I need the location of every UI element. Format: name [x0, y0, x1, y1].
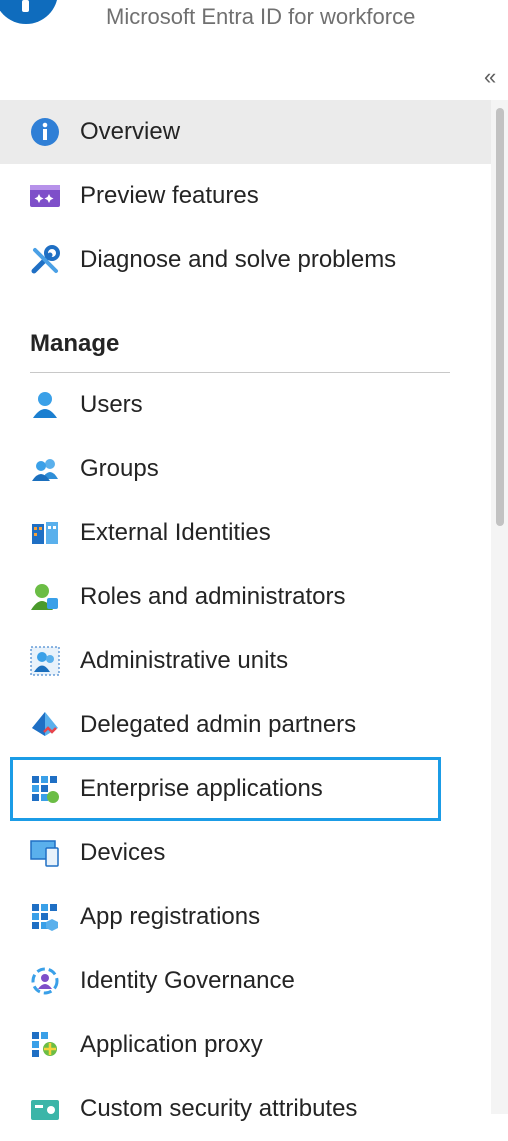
user-icon: [30, 390, 60, 420]
nav-item-label: External Identities: [80, 519, 271, 546]
nav-item-label: Custom security attributes: [80, 1095, 358, 1122]
nav-item-overview[interactable]: Overview: [0, 100, 491, 164]
nav-item-users[interactable]: Users: [0, 373, 491, 437]
nav-item-label: Devices: [80, 839, 166, 866]
collapse-sidebar-button[interactable]: «: [484, 64, 496, 90]
nav-item-enterprise-applications[interactable]: Enterprise applications: [10, 757, 441, 821]
devices-icon: [30, 838, 60, 868]
nav-item-diagnose[interactable]: Diagnose and solve problems: [0, 228, 491, 292]
nav-item-app-registrations[interactable]: App registrations: [0, 885, 491, 949]
delegated-partners-icon: [30, 710, 60, 740]
nav-item-label: Enterprise applications: [80, 775, 323, 802]
nav-item-roles[interactable]: Roles and administrators: [0, 565, 491, 629]
nav-item-label: Users: [80, 391, 143, 418]
nav-item-label: Roles and administrators: [80, 583, 346, 610]
app-registrations-icon: [30, 902, 60, 932]
nav-item-preview-features[interactable]: Preview features: [0, 164, 491, 228]
admin-units-icon: [30, 646, 60, 676]
preview-features-icon: [30, 181, 60, 211]
nav-item-devices[interactable]: Devices: [0, 821, 491, 885]
info-icon: [30, 117, 60, 147]
nav-item-custom-security-attributes[interactable]: Custom security attributes: [0, 1077, 491, 1141]
entra-logo-icon: [0, 0, 58, 24]
nav-item-label: Overview: [80, 118, 181, 145]
nav-item-label: Diagnose and solve problems: [80, 246, 397, 273]
section-title-manage: Manage: [30, 330, 120, 357]
nav-item-label: Groups: [80, 455, 159, 482]
nav-item-label: Administrative units: [80, 647, 289, 674]
nav-item-identity-governance[interactable]: Identity Governance: [0, 949, 491, 1013]
app-proxy-icon: [30, 1030, 60, 1060]
nav-item-label: Delegated admin partners: [80, 711, 357, 738]
nav-item-label: App registrations: [80, 903, 261, 930]
identity-governance-icon: [30, 966, 60, 996]
sidebar-nav: Overview Preview features Diagnose and s…: [0, 100, 491, 1141]
nav-item-delegated-admin-partners[interactable]: Delegated admin partners: [0, 693, 491, 757]
custom-attributes-icon: [30, 1094, 60, 1124]
nav-item-label: Identity Governance: [80, 967, 295, 994]
nav-item-label: Preview features: [80, 182, 259, 209]
nav-item-groups[interactable]: Groups: [0, 437, 491, 501]
groups-icon: [30, 454, 60, 484]
scrollbar-thumb[interactable]: [496, 108, 504, 526]
wrench-icon: [30, 245, 60, 275]
roles-icon: [30, 582, 60, 612]
enterprise-apps-icon: [30, 774, 60, 804]
nav-item-administrative-units[interactable]: Administrative units: [0, 629, 491, 693]
nav-item-application-proxy[interactable]: Application proxy: [0, 1013, 491, 1077]
page-subtitle: Microsoft Entra ID for workforce: [106, 4, 416, 29]
nav-item-external-identities[interactable]: External Identities: [0, 501, 491, 565]
external-identities-icon: [30, 518, 60, 548]
nav-item-label: Application proxy: [80, 1031, 263, 1058]
